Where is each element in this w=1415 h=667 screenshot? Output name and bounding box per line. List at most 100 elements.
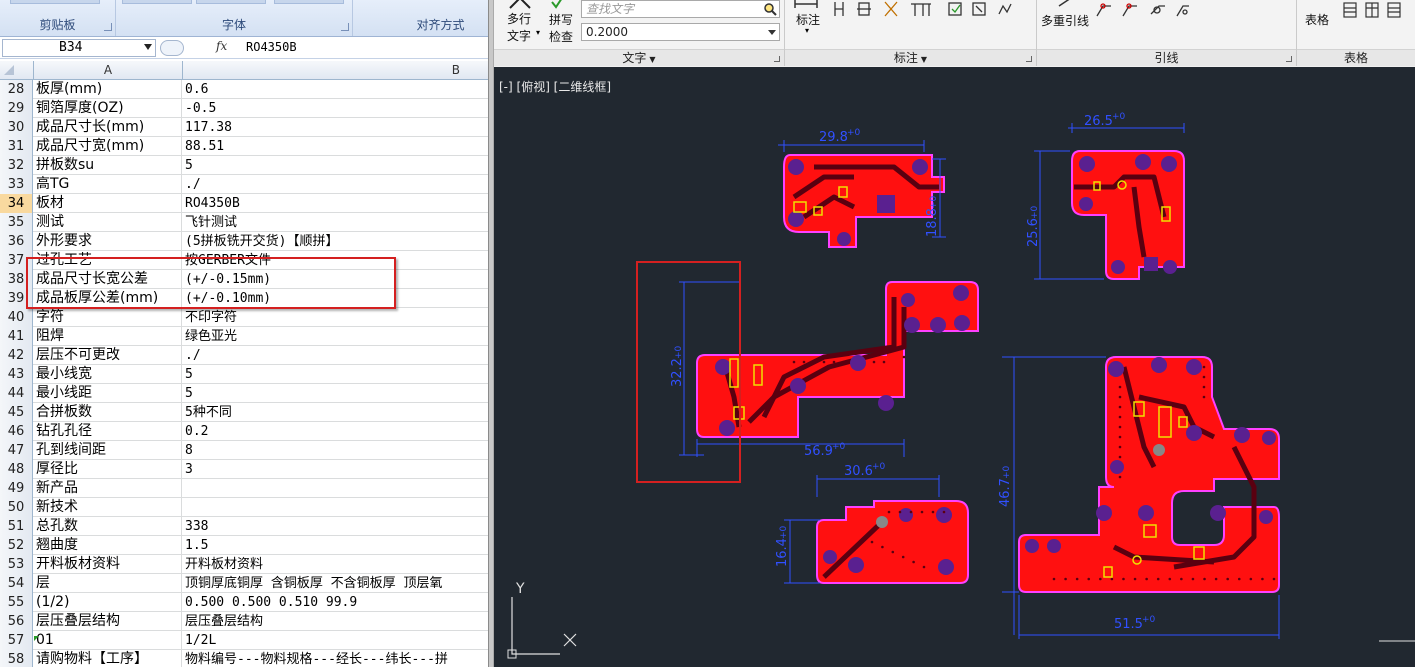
row-header[interactable]: 47	[0, 441, 33, 460]
cell-a[interactable]: 层压不可更改	[34, 346, 182, 365]
row-header[interactable]: 42	[0, 346, 33, 365]
cell-a[interactable]: 成品尺寸长(mm)	[34, 118, 182, 137]
cell-a[interactable]: 字符	[34, 308, 182, 327]
panel-label-dimension[interactable]: 标注 ▼	[785, 49, 1036, 66]
cell-a[interactable]: 外形要求	[34, 232, 182, 251]
row-header[interactable]: 36	[0, 232, 33, 251]
cell-a[interactable]: 成品尺寸宽(mm)	[34, 137, 182, 156]
cell-a[interactable]: 拼板数su	[34, 156, 182, 175]
cell-b[interactable]: 3	[183, 460, 488, 479]
cell-b[interactable]: 0.500 0.500 0.510 99.9	[183, 593, 488, 612]
cell-b[interactable]: 8	[183, 441, 488, 460]
cell-a[interactable]: 层压叠层结构	[34, 612, 182, 631]
column-header-b[interactable]: B	[183, 61, 488, 80]
cell-b[interactable]: ./	[183, 175, 488, 194]
row-header[interactable]: 43	[0, 365, 33, 384]
row-header[interactable]: 40	[0, 308, 33, 327]
row-header[interactable]: 31	[0, 137, 33, 156]
ribbon-button-stub[interactable]	[196, 0, 266, 4]
row-header[interactable]: 55	[0, 593, 33, 612]
find-replace-icon[interactable]	[763, 2, 777, 16]
row-header[interactable]: 35	[0, 213, 33, 232]
cell-b[interactable]: 0.2	[183, 422, 488, 441]
row-header[interactable]: 46	[0, 422, 33, 441]
cell-a[interactable]: 请购物料【工序】	[34, 650, 182, 667]
cell-a[interactable]: 高TG	[34, 175, 182, 194]
dialog-launcher-icon[interactable]	[341, 23, 349, 31]
ribbon-button-stub[interactable]	[10, 0, 100, 4]
cell-a[interactable]: 阻焊	[34, 327, 182, 346]
cell-a[interactable]: 孔到线间距	[34, 441, 182, 460]
row-header[interactable]: 58	[0, 650, 33, 667]
dimension-tool-icons[interactable]	[831, 0, 1031, 20]
row-header[interactable]: 33	[0, 175, 33, 194]
cell-a[interactable]: 最小线宽	[34, 365, 182, 384]
cell-b[interactable]: 5	[183, 365, 488, 384]
cell-a[interactable]: 翘曲度	[34, 536, 182, 555]
chevron-down-icon[interactable]: ▾	[805, 26, 809, 35]
find-text-input[interactable]: 查找文字	[581, 0, 780, 18]
cell-a[interactable]: (1/2)	[34, 593, 182, 612]
panel-label-leader[interactable]: 引线	[1037, 49, 1296, 66]
spell-check-label-2[interactable]: 检查	[549, 28, 573, 45]
column-header-a[interactable]: A	[34, 61, 183, 80]
cell-a[interactable]: 层	[34, 574, 182, 593]
row-header[interactable]: 56	[0, 612, 33, 631]
cell-b[interactable]: 物料编号---物料规格---经长---纬长---拼	[183, 650, 488, 667]
cell-a[interactable]: 厚径比	[34, 460, 182, 479]
cell-b[interactable]: 117.38	[183, 118, 488, 137]
dialog-launcher-icon[interactable]	[1026, 56, 1032, 62]
cell-b[interactable]	[183, 498, 488, 517]
row-header[interactable]: 54	[0, 574, 33, 593]
cell-b[interactable]: 338	[183, 517, 488, 536]
cell-a[interactable]: 新技术	[34, 498, 182, 517]
spell-check-label-1[interactable]: 拼写	[549, 11, 573, 28]
cell-a[interactable]: 板材	[34, 194, 182, 213]
row-header[interactable]: 45	[0, 403, 33, 422]
chevron-down-icon[interactable]	[144, 44, 152, 50]
cell-a[interactable]: 钻孔孔径	[34, 422, 182, 441]
cell-b[interactable]: RO4350B	[183, 194, 488, 213]
cell-a[interactable]: 最小线距	[34, 384, 182, 403]
cell-b[interactable]: 5种不同	[183, 403, 488, 422]
drawing-canvas[interactable]: [-] [俯视] [二维线框] 29.8 +0 18.8 +0 26.5 +0 25.6 +0…	[494, 67, 1415, 667]
multileader-button[interactable]: 多重引线	[1041, 12, 1089, 29]
row-header[interactable]: 41	[0, 327, 33, 346]
fx-icon[interactable]: fx	[216, 39, 227, 53]
dialog-launcher-icon[interactable]	[104, 23, 112, 31]
row-header[interactable]: 48	[0, 460, 33, 479]
cell-a[interactable]: 总孔数	[34, 517, 182, 536]
row-header[interactable]: 52	[0, 536, 33, 555]
dialog-launcher-icon[interactable]	[774, 56, 780, 62]
ribbon-button-stub[interactable]	[122, 0, 192, 4]
name-box[interactable]: B34	[2, 39, 156, 57]
select-all-corner[interactable]	[0, 61, 34, 80]
cell-b[interactable]: 1/2L	[183, 631, 488, 650]
row-header[interactable]: 50	[0, 498, 33, 517]
multiline-text-label-2[interactable]: 文字	[507, 27, 531, 44]
row-header[interactable]: 49	[0, 479, 33, 498]
row-header[interactable]: 34	[0, 194, 33, 213]
cell-a[interactable]: 01	[34, 631, 182, 650]
cell-a[interactable]: 合拼板数	[34, 403, 182, 422]
row-header[interactable]: 28	[0, 80, 33, 99]
chevron-down-icon[interactable]: ▾	[536, 28, 540, 37]
panel-label-table[interactable]: 表格	[1297, 49, 1415, 66]
cell-b[interactable]: 飞针测试	[183, 213, 488, 232]
cell-b[interactable]: 开料板材资料	[183, 555, 488, 574]
table-button[interactable]: 表格	[1305, 11, 1329, 28]
cell-b[interactable]: 顶铜厚底铜厚 含铜板厚 不含铜板厚 顶层氧	[183, 574, 488, 593]
row-header[interactable]: 32	[0, 156, 33, 175]
row-header[interactable]: 53	[0, 555, 33, 574]
chevron-down-icon[interactable]	[768, 30, 776, 35]
ribbon-button-stub[interactable]	[274, 0, 344, 4]
row-header[interactable]: 30	[0, 118, 33, 137]
cell-a[interactable]: 铜箔厚度(OZ)	[34, 99, 182, 118]
cell-b[interactable]: 88.51	[183, 137, 488, 156]
cell-b[interactable]: 层压叠层结构	[183, 612, 488, 631]
panel-label-text[interactable]: 文字 ▼	[494, 49, 784, 66]
cell-b[interactable]: 5	[183, 156, 488, 175]
multiline-text-label-1[interactable]: 多行	[507, 10, 531, 27]
cell-a[interactable]: 开料板材资料	[34, 555, 182, 574]
cell-b[interactable]: ./	[183, 346, 488, 365]
